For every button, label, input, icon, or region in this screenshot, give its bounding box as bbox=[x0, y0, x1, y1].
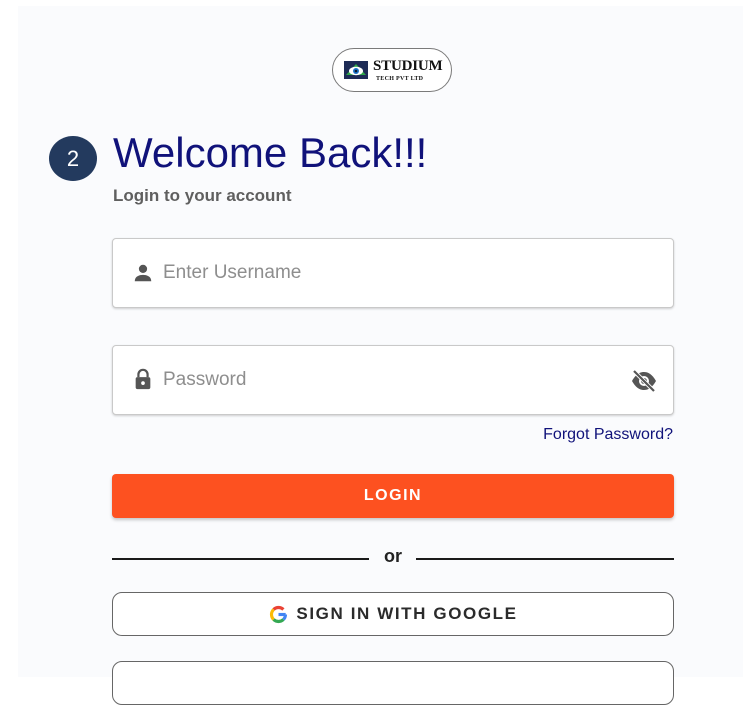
forgot-password-link[interactable]: Forgot Password? bbox=[543, 426, 673, 444]
password-field[interactable] bbox=[112, 345, 674, 415]
lock-icon bbox=[135, 368, 151, 390]
google-button-label: SIGN IN WITH GOOGLE bbox=[296, 604, 518, 623]
page-title: Welcome Back!!! bbox=[113, 129, 428, 176]
sign-in-with-google-button[interactable]: SIGN IN WITH GOOGLE bbox=[112, 592, 674, 636]
password-input[interactable] bbox=[163, 364, 603, 396]
login-button[interactable]: LOGIN bbox=[112, 474, 674, 518]
step-badge: 2 bbox=[49, 136, 97, 181]
company-logo: STUDIUM TECH PVT LTD bbox=[332, 48, 452, 92]
logo-emblem-icon bbox=[344, 61, 368, 79]
username-input[interactable] bbox=[163, 257, 603, 289]
eye-off-icon[interactable] bbox=[630, 368, 658, 394]
secondary-sign-in-button[interactable] bbox=[112, 661, 674, 705]
divider-line-right bbox=[416, 558, 674, 560]
person-icon bbox=[134, 264, 152, 282]
login-panel bbox=[18, 6, 743, 677]
page-subtitle: Login to your account bbox=[113, 186, 292, 205]
divider-line-left bbox=[112, 558, 369, 560]
google-icon bbox=[270, 605, 288, 623]
logo-brand-text: STUDIUM bbox=[373, 58, 443, 74]
username-field[interactable] bbox=[112, 238, 674, 308]
divider-or-text: or bbox=[384, 546, 402, 566]
logo-tagline-text: TECH PVT LTD bbox=[376, 76, 424, 82]
